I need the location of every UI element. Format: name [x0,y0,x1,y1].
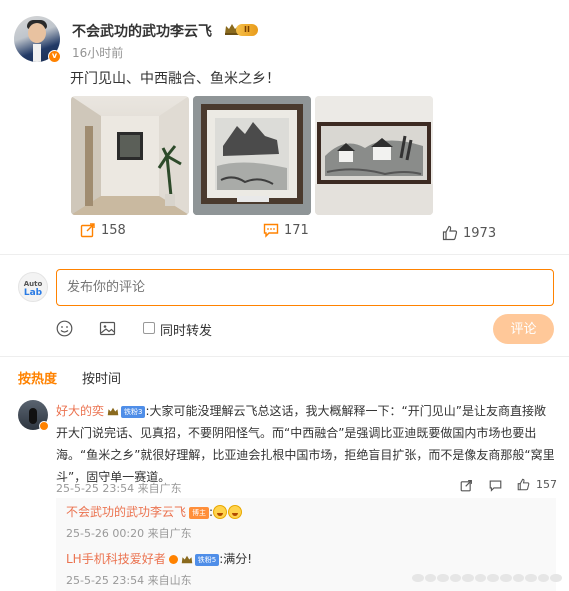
loading-indicator [412,574,562,582]
reply-author-name[interactable]: LH手机科技爱好者 [66,552,166,566]
repost-icon[interactable] [460,479,473,492]
fan-level-badge: 铁粉5 [194,554,220,566]
laughing-emoji-icon [213,505,228,519]
submit-comment-button[interactable]: 评论 [493,314,554,344]
repost-checkbox[interactable] [143,322,155,334]
verified-icon: v [48,50,61,63]
comment-body: 好大的奕 铁粉3:大家可能没理解云飞总这话，我大概解释一下：“开门见山”是让友商… [56,400,556,488]
comment-meta: 25-5-25 23:54 来自广东 [56,482,182,495]
comment-like-count: 157 [536,478,557,491]
fan-level-badge: 铁粉3 [121,406,146,418]
comment-like-button[interactable]: 157 [517,478,557,491]
member-level-badge: II [236,24,258,36]
comment-icon [263,223,279,238]
post-time[interactable]: 16小时前 [72,44,123,61]
sort-by-hot-tab[interactable]: 按热度 [18,368,57,387]
image-icon[interactable] [99,320,116,337]
reply-meta: 25-5-25 23:54 来自山东 [66,574,192,587]
crown-icon [107,407,119,416]
divider [0,254,569,255]
reply-item: 不会武功的武功李云飞 博主: [66,503,243,520]
verified-icon [39,421,49,431]
post-text: 开门见山、中西融合、鱼米之乡！ [70,71,280,87]
sort-by-time-tab[interactable]: 按时间 [82,368,121,387]
reply-meta: 25-5-26 00:20 来自广东 [66,527,192,540]
repost-button[interactable]: 158 [80,222,126,238]
hallway-photo[interactable] [71,96,189,215]
painting-castle-photo[interactable] [193,96,311,215]
reply-item: LH手机科技爱好者 铁粉5:满分! [66,550,252,567]
reply-text: :满分! [219,552,253,566]
like-count: 1973 [463,225,497,241]
laughing-emoji-icon [228,505,243,519]
repost-icon [80,223,95,238]
comment-count: 171 [284,222,309,238]
repost-count: 158 [101,222,126,238]
comment-icon[interactable] [489,479,502,492]
verified-icon [168,555,178,564]
my-avatar[interactable]: Auto Lab [18,272,48,302]
author-name[interactable]: 不会武功的武功李云飞 [72,21,212,41]
like-button[interactable]: 1973 [442,225,496,241]
blogger-badge: 博主 [189,507,210,519]
my-avatar-text-bottom: Lab [23,288,43,298]
emoji-icon[interactable] [56,320,73,337]
painting-village-photo[interactable] [315,96,433,215]
thumbs-up-icon [517,478,530,491]
crown-icon [181,555,192,564]
comment-button[interactable]: 171 [263,222,309,238]
thumbs-up-icon [442,225,458,241]
repost-checkbox-label[interactable]: 同时转发 [160,320,212,339]
post-header: v 不会武功的武功李云飞 II 16小时前 [14,12,554,63]
my-avatar-text-top: Auto [23,280,43,288]
divider [0,356,569,357]
post-actions: 158 171 1973 [0,222,569,242]
reply-author-name[interactable]: 不会武功的武功李云飞 [66,505,186,519]
commenter-name[interactable]: 好大的奕 [56,404,104,418]
comment-input[interactable] [56,269,554,306]
